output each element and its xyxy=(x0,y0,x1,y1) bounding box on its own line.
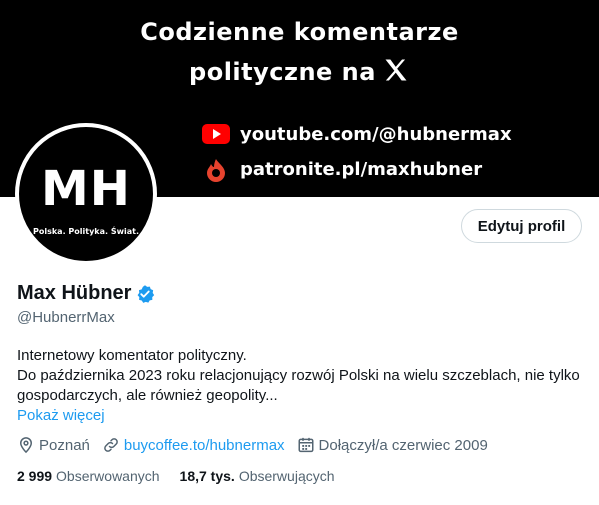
joined-item: Dołączył/a czerwiec 2009 xyxy=(297,436,488,454)
location-pin-icon xyxy=(19,437,33,454)
followers-label: Obserwujących xyxy=(238,468,335,484)
banner-headline-line2: polityczne na xyxy=(0,56,599,90)
youtube-icon xyxy=(202,123,230,145)
avatar-tagline: Polska. Polityka. Świat. xyxy=(33,227,139,236)
patronite-icon xyxy=(202,158,230,182)
banner-youtube-text: youtube.com/@hubnermax xyxy=(240,123,512,145)
link-icon xyxy=(104,438,118,452)
calendar-icon xyxy=(298,437,314,453)
profile-stats: 2 999 Obserwowanych 18,7 tys. Obserwującyc… xyxy=(17,468,355,484)
website-item[interactable]: buycoffee.to/hubnermax xyxy=(102,436,285,454)
profile-name: Max Hübner xyxy=(17,282,132,304)
banner-youtube-promo: youtube.com/@hubnermax xyxy=(202,123,512,145)
following-link[interactable]: 2 999 Obserwowanych xyxy=(17,468,160,484)
edit-profile-button[interactable]: Edytuj profil xyxy=(461,209,582,243)
x-logo-icon xyxy=(382,56,410,90)
banner-headline-text: polityczne na xyxy=(189,58,376,86)
avatar-initials: MH xyxy=(41,161,131,217)
profile-name-row: Max Hübner xyxy=(17,282,155,305)
banner-patronite-text: patronite.pl/maxhubner xyxy=(240,158,483,180)
banner-patronite-promo: patronite.pl/maxhubner xyxy=(202,158,483,182)
location-text: Poznań xyxy=(39,436,90,454)
joined-text: Dołączył/a czerwiec 2009 xyxy=(318,436,488,454)
followers-link[interactable]: 18,7 tys. Obserwujących xyxy=(180,468,335,484)
bio-line: Do października 2023 roku relacjonujący … xyxy=(17,367,580,404)
following-count: 2 999 xyxy=(17,468,53,484)
show-more-link[interactable]: Pokaż więcej xyxy=(17,407,105,424)
profile-bio: Internetowy komentator polityczny. Do pa… xyxy=(17,346,582,406)
website-link[interactable]: buycoffee.to/hubnermax xyxy=(124,437,285,454)
followers-count: 18,7 tys. xyxy=(179,468,235,484)
avatar[interactable]: MH Polska. Polityka. Świat. xyxy=(15,123,157,265)
profile-meta: Poznań buycoffee.to/hubnermax Dołączył/a… xyxy=(17,436,500,454)
bio-line: Internetowy komentator polityczny. xyxy=(17,347,247,364)
profile-handle: @HubnerrMax xyxy=(17,309,115,326)
banner-headline-line1: Codzienne komentarze xyxy=(140,18,459,46)
verified-badge-icon[interactable] xyxy=(135,284,155,304)
location-item: Poznań xyxy=(17,436,90,454)
following-label: Obserwowanych xyxy=(56,468,160,484)
